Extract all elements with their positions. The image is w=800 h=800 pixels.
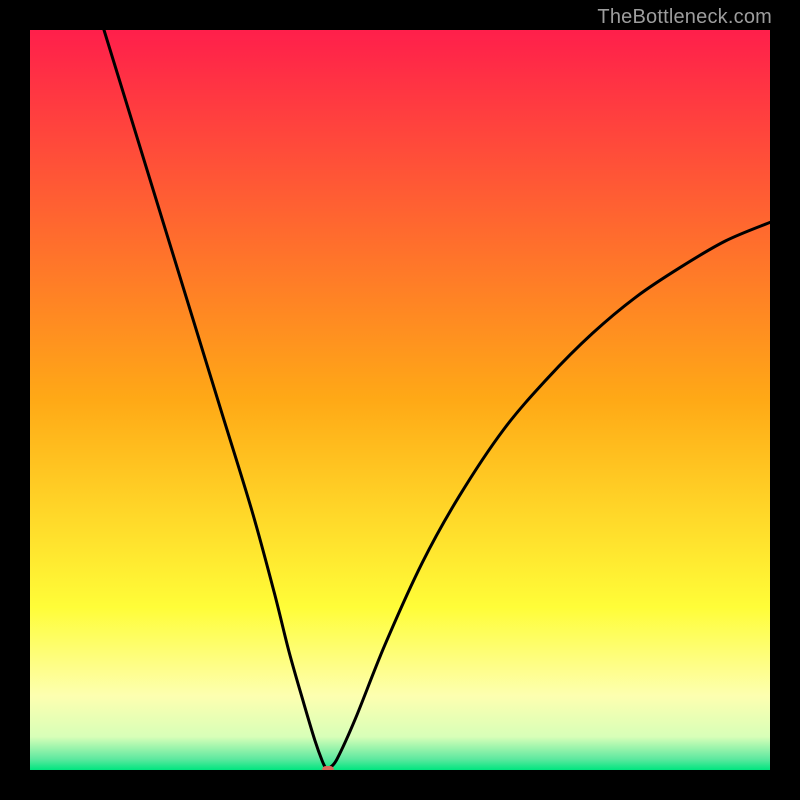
minimum-marker (322, 766, 334, 770)
plot-area (30, 30, 770, 770)
chart-frame: TheBottleneck.com (0, 0, 800, 800)
bottleneck-curve (30, 30, 770, 770)
watermark-text: TheBottleneck.com (597, 6, 772, 29)
